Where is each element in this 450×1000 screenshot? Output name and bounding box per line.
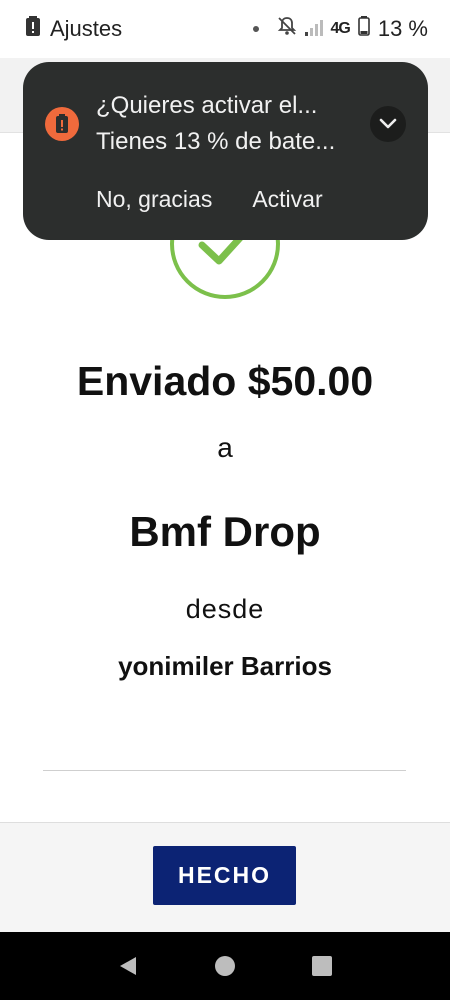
notification-dot-icon [252,26,259,32]
done-button[interactable]: HECHO [153,846,296,905]
battery-icon [358,16,370,42]
chevron-down-icon[interactable] [370,106,406,142]
battery-saver-icon [45,107,79,141]
notification-title: ¿Quieres activar el... [96,92,318,119]
status-app-label: Ajustes [50,16,123,41]
home-icon[interactable] [213,954,237,978]
status-bar: Ajustes 4G 13 % [0,0,450,58]
notification-text: Tienes 13 % de bate... [96,128,336,155]
recents-icon[interactable] [310,954,334,978]
notification-actions: No, gracias Activar [96,186,323,213]
to-word: a [217,432,233,463]
status-right: 4G 13 % [252,16,428,42]
battery-saver-notification[interactable]: ¿Quieres activar el... Tienes 13 % de ba… [23,62,428,240]
battery-percent: 13 % [377,16,428,41]
from-word: desde [185,594,265,624]
sender-name: yonimiler Barrios [118,651,332,681]
divider [43,770,406,771]
dismiss-button[interactable]: No, gracias [96,186,212,213]
status-left: Ajustes [26,16,122,42]
notifications-muted-icon [277,16,297,42]
back-icon[interactable] [116,954,140,978]
battery-alert-icon [26,16,40,42]
network-type: 4G [330,20,351,37]
sent-amount-heading: Enviado $50.00 [76,358,374,404]
signal-icon [304,16,323,42]
scrolled-content-edge [0,812,450,822]
activate-button[interactable]: Activar [252,186,322,213]
recipient-name: Bmf Drop [129,508,321,555]
system-navigation-bar [0,932,450,1000]
